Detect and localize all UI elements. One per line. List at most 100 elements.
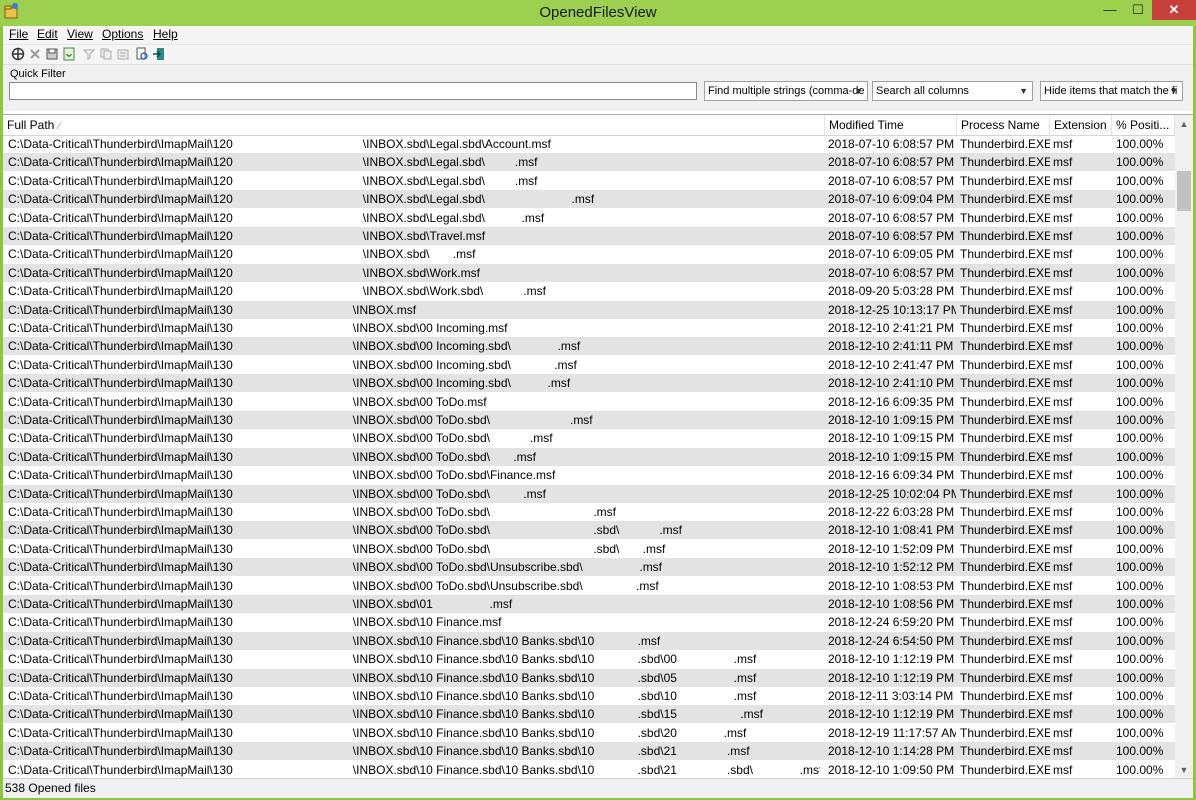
column-position[interactable]: % Positi... bbox=[1112, 115, 1175, 135]
minimize-button[interactable]: — bbox=[1096, 0, 1124, 20]
find-icon[interactable] bbox=[135, 47, 149, 61]
cell-modified-time: 2018-12-10 1:14:28 PM bbox=[828, 744, 955, 759]
column-extension[interactable]: Extension bbox=[1050, 115, 1112, 135]
table-row[interactable]: C:\Data-Critical\Thunderbird\ImapMail\13… bbox=[3, 595, 1175, 613]
table-row[interactable]: C:\Data-Critical\Thunderbird\ImapMail\12… bbox=[3, 172, 1175, 190]
table-row[interactable]: C:\Data-Critical\Thunderbird\ImapMail\13… bbox=[3, 319, 1175, 337]
quick-filter-input[interactable] bbox=[9, 82, 697, 100]
open-icon[interactable] bbox=[11, 47, 25, 61]
table-row[interactable]: C:\Data-Critical\Thunderbird\ImapMail\13… bbox=[3, 558, 1175, 577]
menu-help-label: Help bbox=[153, 27, 178, 41]
table-row[interactable]: C:\Data-Critical\Thunderbird\ImapMail\12… bbox=[3, 190, 1175, 209]
table-row[interactable]: C:\Data-Critical\Thunderbird\ImapMail\13… bbox=[3, 705, 1175, 724]
cell-full-path: C:\Data-Critical\Thunderbird\ImapMail\13… bbox=[8, 394, 487, 409]
cell-position: 100.00% bbox=[1116, 449, 1164, 464]
cell-modified-time: 2018-07-10 6:08:57 PM bbox=[828, 229, 955, 243]
table-row[interactable]: C:\Data-Critical\Thunderbird\ImapMail\13… bbox=[3, 761, 1175, 779]
cell-position: 100.00% bbox=[1116, 155, 1164, 170]
cell-extension: msf bbox=[1053, 449, 1073, 464]
cell-process-name: Thunderbird.EXE bbox=[960, 247, 1050, 262]
table-row[interactable]: C:\Data-Critical\Thunderbird\ImapMail\13… bbox=[3, 484, 1175, 503]
copy-icon[interactable] bbox=[99, 47, 113, 61]
cell-modified-time: 2018-12-10 2:41:21 PM bbox=[828, 321, 955, 335]
status-text: 538 Opened files bbox=[5, 781, 96, 795]
table-row[interactable]: C:\Data-Critical\Thunderbird\ImapMail\13… bbox=[3, 356, 1175, 374]
cell-extension: msf bbox=[1053, 762, 1073, 777]
cell-modified-time: 2018-12-10 1:08:41 PM bbox=[828, 523, 955, 538]
cell-position: 100.00% bbox=[1116, 486, 1164, 501]
filter-action-select[interactable]: Hide items that match the fi ▼ bbox=[1040, 81, 1183, 101]
cell-full-path: C:\Data-Critical\Thunderbird\ImapMail\13… bbox=[8, 707, 763, 722]
filter-columns-select[interactable]: Search all columns ▼ bbox=[872, 81, 1033, 101]
delete-icon[interactable] bbox=[28, 47, 42, 61]
filter-mode-select[interactable]: Find multiple strings (comma-de ▼ bbox=[704, 81, 868, 101]
table-row[interactable]: C:\Data-Critical\Thunderbird\ImapMail\12… bbox=[3, 245, 1175, 263]
scroll-up-icon[interactable]: ▲ bbox=[1175, 115, 1193, 133]
vertical-scrollbar[interactable]: ▲ ▼ bbox=[1175, 115, 1193, 779]
cell-position: 100.00% bbox=[1116, 597, 1164, 611]
table-row[interactable]: C:\Data-Critical\Thunderbird\ImapMail\13… bbox=[3, 631, 1175, 650]
table-row[interactable]: C:\Data-Critical\Thunderbird\ImapMail\13… bbox=[3, 300, 1175, 319]
cell-full-path: C:\Data-Critical\Thunderbird\ImapMail\12… bbox=[8, 265, 480, 280]
cell-extension: msf bbox=[1053, 284, 1073, 299]
table-row[interactable]: C:\Data-Critical\Thunderbird\ImapMail\12… bbox=[3, 209, 1175, 227]
table-row[interactable]: C:\Data-Critical\Thunderbird\ImapMail\13… bbox=[3, 613, 1175, 631]
menu-edit[interactable]: Edit bbox=[37, 27, 58, 41]
table-row[interactable]: C:\Data-Critical\Thunderbird\ImapMail\13… bbox=[3, 521, 1175, 540]
table-row[interactable]: C:\Data-Critical\Thunderbird\ImapMail\12… bbox=[3, 263, 1175, 282]
files-list[interactable]: Full Path ⁄ Modified Time Process Name Ex… bbox=[3, 114, 1193, 779]
table-row[interactable]: C:\Data-Critical\Thunderbird\ImapMail\13… bbox=[3, 337, 1175, 356]
cell-modified-time: 2018-12-10 1:09:50 PM bbox=[828, 762, 955, 777]
cell-process-name: Thunderbird.EXE bbox=[960, 505, 1050, 519]
table-row[interactable]: C:\Data-Critical\Thunderbird\ImapMail\13… bbox=[3, 577, 1175, 595]
menu-view[interactable]: View bbox=[67, 27, 93, 41]
table-row[interactable]: C:\Data-Critical\Thunderbird\ImapMail\13… bbox=[3, 466, 1175, 484]
table-row[interactable]: C:\Data-Critical\Thunderbird\ImapMail\12… bbox=[3, 135, 1175, 153]
table-row[interactable]: C:\Data-Critical\Thunderbird\ImapMail\13… bbox=[3, 374, 1175, 393]
table-row[interactable]: C:\Data-Critical\Thunderbird\ImapMail\13… bbox=[3, 724, 1175, 742]
table-row[interactable]: C:\Data-Critical\Thunderbird\ImapMail\13… bbox=[3, 540, 1175, 558]
cell-modified-time: 2018-12-25 10:13:17 PM bbox=[828, 302, 956, 317]
table-row[interactable]: C:\Data-Critical\Thunderbird\ImapMail\13… bbox=[3, 429, 1175, 447]
exit-icon[interactable] bbox=[152, 47, 166, 61]
toolbar bbox=[3, 44, 1193, 65]
cell-position: 100.00% bbox=[1116, 541, 1164, 556]
filter-icon[interactable] bbox=[82, 47, 96, 61]
table-row[interactable]: C:\Data-Critical\Thunderbird\ImapMail\13… bbox=[3, 393, 1175, 411]
close-button[interactable]: ✕ bbox=[1152, 0, 1196, 20]
column-process-name[interactable]: Process Name bbox=[957, 115, 1050, 135]
scroll-down-icon[interactable]: ▼ bbox=[1175, 761, 1193, 779]
table-row[interactable]: C:\Data-Critical\Thunderbird\ImapMail\13… bbox=[3, 447, 1175, 466]
cell-extension: msf bbox=[1053, 541, 1073, 556]
cell-extension: msf bbox=[1053, 210, 1073, 225]
cell-full-path: C:\Data-Critical\Thunderbird\ImapMail\13… bbox=[8, 486, 546, 501]
table-row[interactable]: C:\Data-Critical\Thunderbird\ImapMail\13… bbox=[3, 668, 1175, 687]
cell-process-name: Thunderbird.EXE bbox=[960, 302, 1050, 317]
properties-icon[interactable] bbox=[116, 47, 130, 61]
column-full-path[interactable]: Full Path ⁄ bbox=[3, 115, 825, 135]
cell-full-path: C:\Data-Critical\Thunderbird\ImapMail\13… bbox=[8, 578, 659, 593]
table-row[interactable]: C:\Data-Critical\Thunderbird\ImapMail\12… bbox=[3, 282, 1175, 300]
cell-process-name: Thunderbird.EXE bbox=[960, 357, 1050, 372]
table-row[interactable]: C:\Data-Critical\Thunderbird\ImapMail\13… bbox=[3, 687, 1175, 705]
maximize-button[interactable]: ☐ bbox=[1124, 0, 1152, 20]
table-row[interactable]: C:\Data-Critical\Thunderbird\ImapMail\13… bbox=[3, 650, 1175, 668]
table-row[interactable]: C:\Data-Critical\Thunderbird\ImapMail\12… bbox=[3, 153, 1175, 172]
save-icon[interactable] bbox=[45, 47, 59, 61]
menu-file[interactable]: File bbox=[9, 27, 28, 41]
column-modified-time[interactable]: Modified Time bbox=[825, 115, 957, 135]
table-row[interactable]: C:\Data-Critical\Thunderbird\ImapMail\13… bbox=[3, 411, 1175, 429]
scroll-thumb[interactable] bbox=[1177, 171, 1191, 211]
menu-options[interactable]: Options bbox=[102, 27, 143, 41]
cell-position: 100.00% bbox=[1116, 321, 1164, 335]
table-row[interactable]: C:\Data-Critical\Thunderbird\ImapMail\13… bbox=[3, 742, 1175, 761]
cell-modified-time: 2018-12-10 1:12:19 PM bbox=[828, 670, 955, 685]
table-row[interactable]: C:\Data-Critical\Thunderbird\ImapMail\13… bbox=[3, 503, 1175, 521]
menu-help[interactable]: Help bbox=[153, 27, 178, 41]
cell-extension: msf bbox=[1053, 670, 1073, 685]
refresh-icon[interactable] bbox=[62, 47, 76, 61]
cell-full-path: C:\Data-Critical\Thunderbird\ImapMail\12… bbox=[8, 210, 545, 225]
cell-extension: msf bbox=[1053, 633, 1073, 648]
cell-extension: msf bbox=[1053, 597, 1073, 611]
table-row[interactable]: C:\Data-Critical\Thunderbird\ImapMail\12… bbox=[3, 227, 1175, 245]
